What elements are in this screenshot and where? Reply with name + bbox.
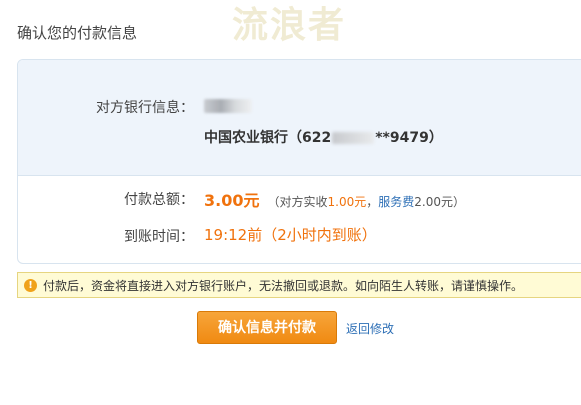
amount-row: 3.00元 （对方实收1.00元，服务费2.00元） — [204, 187, 465, 211]
warning-text: 付款后，资金将直接进入对方银行账户，无法撤回或退款。如向陌生人转账，请谨慎操作。 — [43, 278, 524, 293]
back-edit-link[interactable]: 返回修改 — [346, 320, 394, 337]
confirm-pay-button[interactable]: 确认信息并付款 — [197, 311, 337, 344]
warning-icon: ! — [24, 278, 37, 292]
amount-label: 付款总额： — [124, 192, 194, 208]
bank-info-section — [18, 60, 581, 176]
received-amount: 1.00元 — [327, 195, 367, 209]
warning-notice: ! 付款后，资金将直接进入对方银行账户，无法撤回或退款。如向陌生人转账，请谨慎操… — [17, 272, 581, 298]
recipient-name-redacted — [204, 99, 252, 113]
detail-open: （对方实收 — [267, 195, 328, 209]
bank-name: 中国农业银行 — [204, 130, 288, 146]
watermark-logo: 流浪者 — [232, 5, 347, 46]
arrival-time-value: 19:12前（2小时内到账） — [204, 226, 377, 244]
account-prefix: 622 — [302, 130, 332, 146]
detail-sep: ， — [366, 195, 379, 209]
detail-close: ） — [453, 195, 466, 209]
fee-amount: 2.00元 — [414, 195, 453, 209]
fee-label: 服务费 — [378, 195, 415, 209]
account-suffix: **9479 — [375, 130, 429, 146]
bank-info-label: 对方银行信息： — [96, 100, 194, 116]
total-amount: 3.00元 — [204, 191, 260, 210]
page-title: 确认您的付款信息 — [17, 24, 138, 42]
bank-account-info: 中国农业银行（622 **9479） — [204, 130, 443, 146]
payment-info-card: 对方银行信息： 中国农业银行（622 **9479） 付款总额： 3.00元 （对方… — [17, 59, 581, 264]
account-redacted — [332, 132, 375, 144]
arrival-time-label: 到账时间： — [124, 229, 194, 245]
